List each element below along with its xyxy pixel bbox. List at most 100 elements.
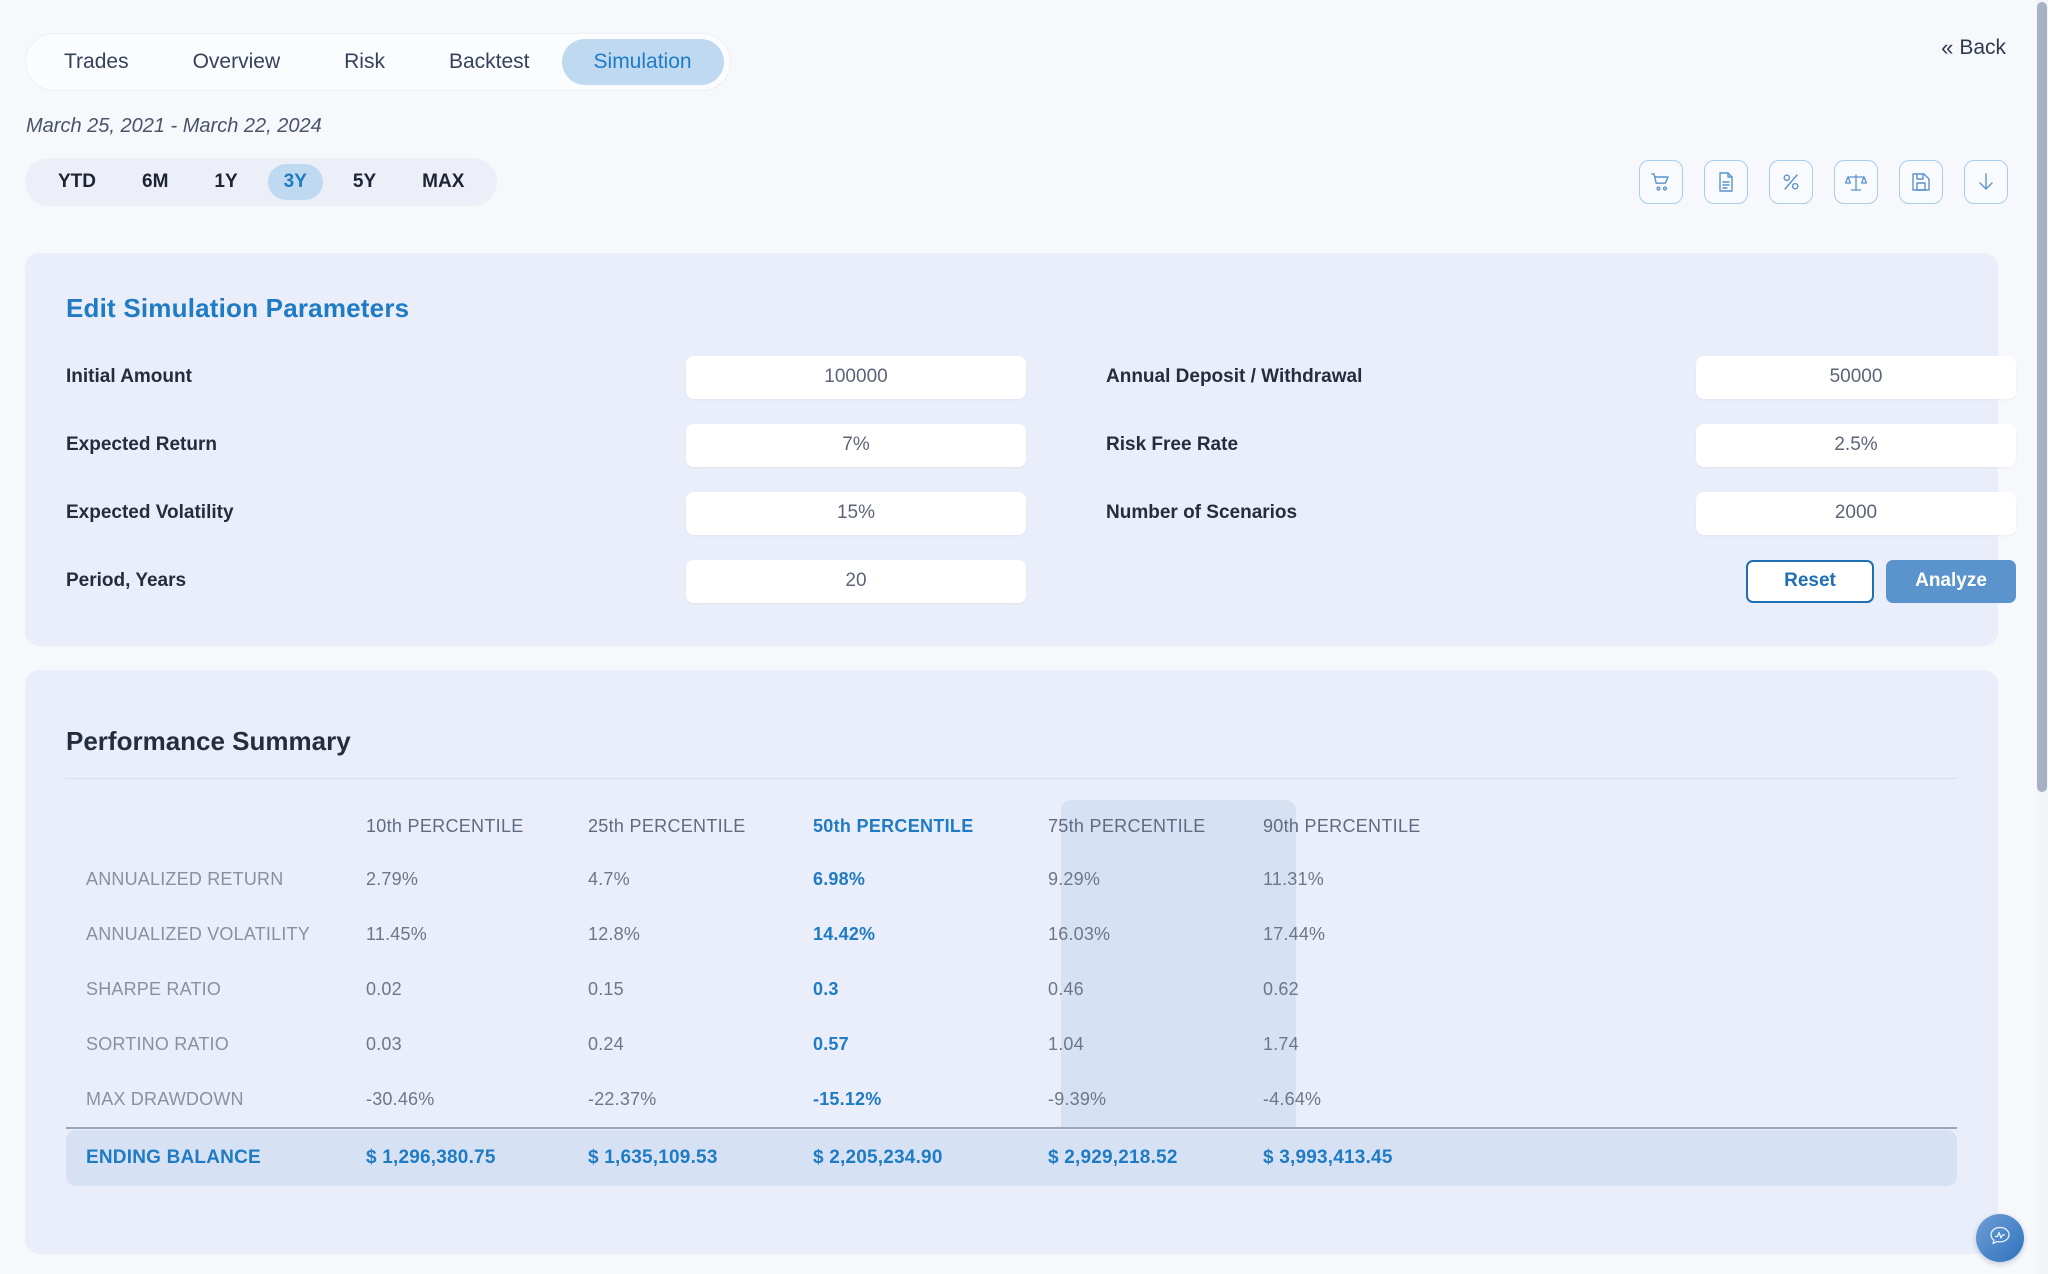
save-button[interactable]: [1899, 160, 1943, 204]
summary-divider: [66, 778, 1957, 779]
balance-scale-button[interactable]: [1834, 160, 1878, 204]
range-6m[interactable]: 6M: [126, 164, 184, 200]
cell-sortino-ratio-25: 0.24: [588, 1034, 624, 1054]
table-row: ANNUALIZED VOLATILITY 11.45% 12.8% 14.42…: [66, 907, 1957, 962]
tab-trades[interactable]: Trades: [32, 39, 161, 85]
performance-summary-card: Performance Summary 10th PERCENTILE 25th…: [25, 670, 1998, 1254]
cell-sortino-ratio-75: 1.04: [1048, 1034, 1084, 1054]
tab-risk[interactable]: Risk: [312, 39, 417, 85]
row-label-annualized-volatility: ANNUALIZED VOLATILITY: [86, 924, 310, 944]
performance-summary-title: Performance Summary: [66, 726, 351, 756]
vertical-scrollbar-track[interactable]: [2036, 0, 2048, 1274]
table-total-row: ENDING BALANCE $ 1,296,380.75 $ 1,635,10…: [66, 1130, 1957, 1186]
range-ytd[interactable]: YTD: [42, 164, 112, 200]
date-range-label: March 25, 2021 - March 22, 2024: [26, 115, 322, 137]
table-total-divider: [66, 1127, 1957, 1129]
cell-annualized-volatility-50: 14.42%: [813, 924, 876, 944]
range-5y[interactable]: 5Y: [337, 164, 392, 200]
row-label-max-drawdown: MAX DRAWDOWN: [86, 1089, 244, 1109]
double-chevron-left-icon: «: [1941, 35, 1953, 60]
back-button-label: Back: [1959, 36, 2006, 59]
cell-max-drawdown-90: -4.64%: [1263, 1089, 1322, 1109]
range-max[interactable]: MAX: [406, 164, 480, 200]
cell-annualized-volatility-25: 12.8%: [588, 924, 641, 944]
cell-sharpe-ratio-50: 0.3: [813, 979, 839, 999]
table-row: ANNUALIZED RETURN 2.79% 4.7% 6.98% 9.29%…: [66, 852, 1957, 907]
parameter-actions: Reset Analyze: [1696, 559, 2016, 603]
cell-sortino-ratio-50: 0.57: [813, 1034, 849, 1054]
parameters-title: Edit Simulation Parameters: [66, 293, 410, 323]
header-10th-percentile: 10th PERCENTILE: [366, 815, 524, 836]
label-annual-deposit-withdrawal: Annual Deposit / Withdrawal: [1106, 366, 1363, 387]
tab-backtest[interactable]: Backtest: [417, 39, 562, 85]
percent-button[interactable]: [1769, 160, 1813, 204]
cell-max-drawdown-10: -30.46%: [366, 1089, 435, 1109]
range-1y[interactable]: 1Y: [198, 164, 253, 200]
cell-annualized-return-50: 6.98%: [813, 869, 866, 889]
input-expected-volatility[interactable]: [686, 491, 1026, 535]
cell-sharpe-ratio-90: 0.62: [1263, 979, 1299, 999]
input-expected-return[interactable]: [686, 423, 1026, 467]
cell-ending-balance-75: $ 2,929,218.52: [1048, 1147, 1178, 1168]
cell-ending-balance-25: $ 1,635,109.53: [588, 1147, 718, 1168]
range-3y[interactable]: 3Y: [267, 164, 323, 200]
cell-ending-balance-50: $ 2,205,234.90: [813, 1147, 943, 1168]
tab-simulation[interactable]: Simulation: [561, 39, 724, 85]
label-expected-volatility: Expected Volatility: [66, 502, 234, 523]
cell-max-drawdown-50: -15.12%: [813, 1089, 882, 1109]
top-bar: Trades Overview Risk Backtest Simulation…: [0, 0, 2048, 92]
time-range-selector: YTD 6M 1Y 3Y 5Y MAX: [25, 158, 498, 206]
balance-scale-icon: [1844, 170, 1868, 194]
table-row: SORTINO RATIO 0.03 0.24 0.57 1.04 1.74: [66, 1017, 1957, 1072]
shopping-cart-button[interactable]: [1639, 160, 1683, 204]
parameters-grid: Initial Amount Annual Deposit / Withdraw…: [66, 351, 2016, 607]
cell-max-drawdown-75: -9.39%: [1048, 1089, 1107, 1109]
download-button[interactable]: [1964, 160, 2008, 204]
download-icon: [1974, 170, 1998, 194]
table-row: MAX DRAWDOWN -30.46% -22.37% -15.12% -9.…: [66, 1072, 1957, 1127]
label-period-years: Period, Years: [66, 570, 187, 591]
cell-annualized-return-25: 4.7%: [588, 869, 630, 889]
table-header-row: 10th PERCENTILE 25th PERCENTILE 50th PER…: [66, 800, 1957, 852]
cell-annualized-volatility-10: 11.45%: [366, 924, 427, 944]
row-label-ending-balance: ENDING BALANCE: [86, 1147, 261, 1168]
header-90th-percentile: 90th PERCENTILE: [1263, 815, 1421, 836]
cell-ending-balance-90: $ 3,993,413.45: [1263, 1147, 1393, 1168]
label-expected-return: Expected Return: [66, 434, 217, 455]
analyze-button[interactable]: Analyze: [1886, 559, 2016, 603]
cell-sharpe-ratio-25: 0.15: [588, 979, 624, 999]
simulation-parameters-card: Edit Simulation Parameters Initial Amoun…: [25, 253, 2016, 646]
cell-annualized-return-75: 9.29%: [1048, 869, 1101, 889]
row-label-sharpe-ratio: SHARPE RATIO: [86, 979, 222, 999]
input-risk-free-rate[interactable]: [1696, 423, 2016, 467]
header-75th-percentile: 75th PERCENTILE: [1048, 815, 1206, 836]
tab-overview[interactable]: Overview: [161, 39, 313, 85]
row-label-annualized-return: ANNUALIZED RETURN: [86, 869, 284, 889]
reset-button[interactable]: Reset: [1746, 559, 1874, 603]
percent-icon: [1779, 170, 1803, 194]
action-toolbar: [1639, 160, 2008, 204]
chat-assistant-button[interactable]: [1976, 1214, 2024, 1262]
main-tabs: Trades Overview Risk Backtest Simulation: [25, 33, 731, 91]
cell-sortino-ratio-10: 0.03: [366, 1034, 402, 1054]
label-number-of-scenarios: Number of Scenarios: [1106, 502, 1298, 523]
input-number-of-scenarios[interactable]: [1696, 491, 2016, 535]
input-period-years[interactable]: [686, 559, 1026, 603]
label-initial-amount: Initial Amount: [66, 366, 192, 387]
cell-max-drawdown-25: -22.37%: [588, 1089, 657, 1109]
vertical-scrollbar-thumb[interactable]: [2037, 2, 2047, 792]
cell-sortino-ratio-90: 1.74: [1263, 1034, 1299, 1054]
back-button[interactable]: « Back: [1941, 36, 2006, 60]
document-button[interactable]: [1704, 160, 1748, 204]
document-icon: [1714, 170, 1738, 194]
table-row: SHARPE RATIO 0.02 0.15 0.3 0.46 0.62: [66, 962, 1957, 1017]
cell-annualized-volatility-90: 17.44%: [1263, 924, 1326, 944]
cell-annualized-volatility-75: 16.03%: [1048, 924, 1111, 944]
input-annual-deposit-withdrawal[interactable]: [1696, 355, 2016, 399]
cell-sharpe-ratio-10: 0.02: [366, 979, 402, 999]
header-50th-percentile: 50th PERCENTILE: [813, 815, 974, 836]
label-risk-free-rate: Risk Free Rate: [1106, 434, 1239, 455]
cell-sharpe-ratio-75: 0.46: [1048, 979, 1084, 999]
input-initial-amount[interactable]: [686, 355, 1026, 399]
cell-annualized-return-90: 11.31%: [1263, 869, 1324, 889]
